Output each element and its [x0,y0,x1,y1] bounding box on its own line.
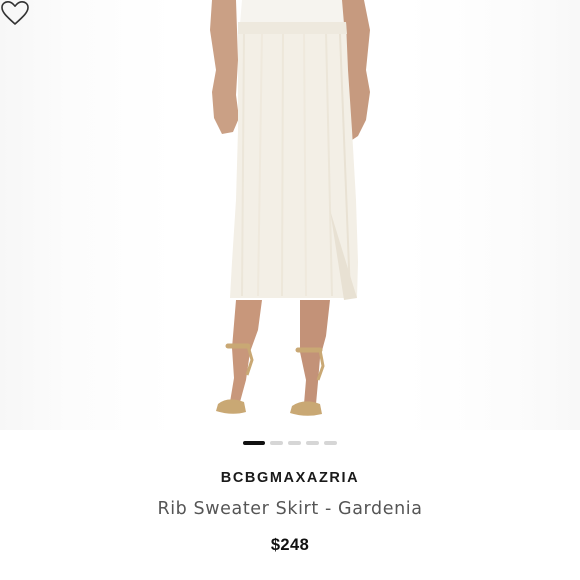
carousel-dot-5[interactable] [324,441,337,445]
image-carousel-dots [0,441,580,445]
top-garment [240,0,344,24]
right-sandal [290,401,322,416]
product-card[interactable]: BCBGMAXAZRIA Rib Sweater Skirt - Gardeni… [0,0,580,580]
left-leg [230,300,262,402]
left-arm [210,0,239,134]
model-illustration [210,0,370,416]
product-price: $248 [270,536,310,554]
heart-outline-icon[interactable] [0,0,30,26]
product-title[interactable]: Rib Sweater Skirt - Gardenia [0,499,580,519]
product-photo[interactable] [0,0,580,430]
carousel-dot-1[interactable] [243,441,265,445]
carousel-dot-3[interactable] [288,441,301,445]
product-brand[interactable]: BCBGMAXAZRIA [0,470,580,486]
carousel-dot-4[interactable] [306,441,319,445]
left-sandal [216,399,246,414]
carousel-dot-2[interactable] [270,441,283,445]
